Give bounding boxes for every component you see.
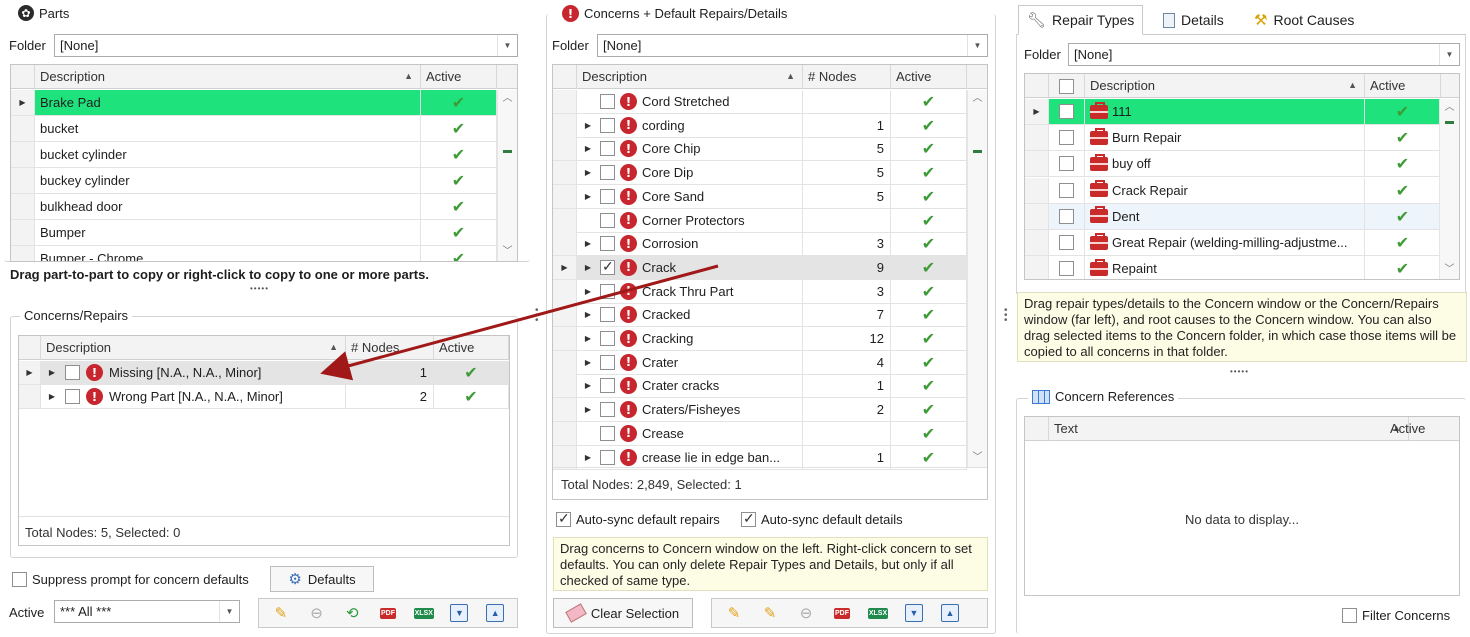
drag-arrow-line [320,264,719,381]
drag-arrow [320,264,719,381]
